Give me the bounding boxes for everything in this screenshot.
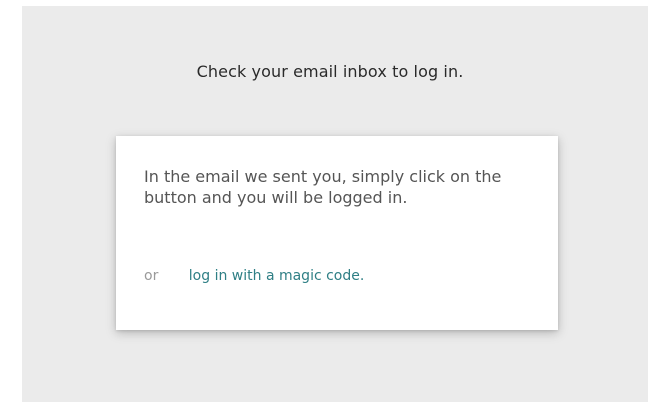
or-label: or xyxy=(144,268,159,284)
magic-code-link[interactable]: log in with a magic code. xyxy=(189,268,365,284)
login-info-card: In the email we sent you, simply click o… xyxy=(116,136,558,330)
page-title: Check your email inbox to log in. xyxy=(196,62,464,81)
alternative-login-row: or log in with a magic code. xyxy=(144,266,364,286)
login-instructions: In the email we sent you, simply click o… xyxy=(144,167,502,207)
